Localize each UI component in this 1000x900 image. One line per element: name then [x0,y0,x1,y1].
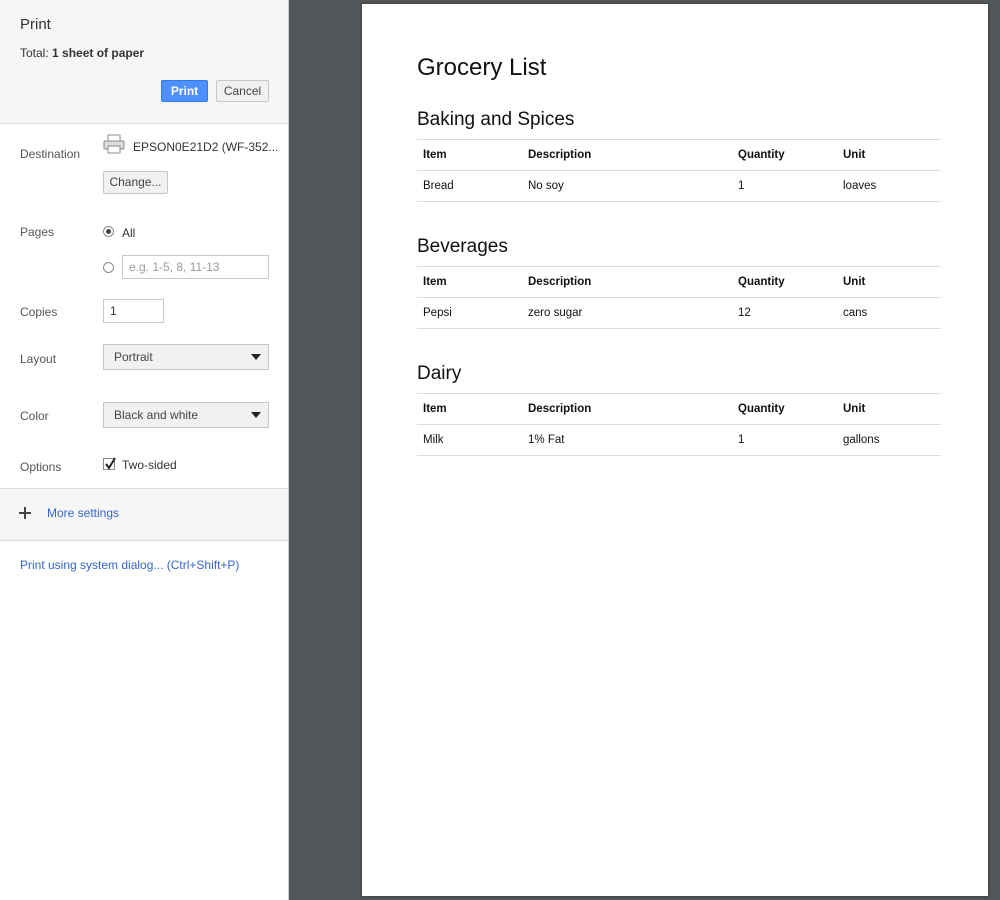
sheet-total: Total: 1 sheet of paper [20,46,144,60]
section-beverages: Beverages Item Description Quantity Unit… [417,236,941,329]
printer-icon [103,134,125,154]
pages-label: Pages [20,225,55,239]
cell-quantity: 1 [732,170,837,202]
table-row: Pepsi zero sugar 12 cans [417,297,941,329]
column-header: Description [522,139,732,171]
plus-icon [19,507,31,519]
column-header: Quantity [732,139,837,171]
column-header: Item [417,393,522,425]
layout-label: Layout [20,352,57,366]
cell-quantity: 12 [732,297,837,329]
section-title: Baking and Spices [417,109,575,130]
panel-title: Print [20,16,51,33]
cell-description: No soy [522,170,732,202]
table-row: Milk 1% Fat 1 gallons [417,424,941,456]
dropdown-arrow-icon [251,412,261,418]
cell-description: 1% Fat [522,424,732,456]
more-settings-row[interactable] [0,489,288,540]
cell-unit: gallons [837,424,941,456]
change-destination-button[interactable]: Change... [103,171,168,194]
column-header: Item [417,266,522,298]
section-baking: Baking and Spices Item Description Quant… [417,109,941,202]
two-sided-label: Two-sided [122,458,177,472]
pages-all-radio[interactable] [103,226,114,237]
options-label: Options [20,460,62,474]
column-header: Item [417,139,522,171]
cell-unit: cans [837,297,941,329]
print-button[interactable]: Print [161,80,208,102]
cell-item: Bread [417,170,522,202]
column-header: Unit [837,139,941,171]
table-header-row: Item Description Quantity Unit [417,139,941,171]
section-title: Beverages [417,236,508,257]
layout-value: Portrait [114,350,153,364]
color-select[interactable]: Black and white [103,402,269,428]
print-settings-panel: Print Total: 1 sheet of paper Print Canc… [0,0,289,900]
sheet-total-prefix: Total: [20,46,53,60]
color-value: Black and white [114,408,199,422]
color-label: Color [20,409,49,423]
print-preview-area: Grocery List Baking and Spices Item Desc… [289,0,1000,900]
cell-quantity: 1 [732,424,837,456]
column-header: Unit [837,393,941,425]
cell-item: Pepsi [417,297,522,329]
cell-description: zero sugar [522,297,732,329]
layout-select[interactable]: Portrait [103,344,269,370]
table-header-row: Item Description Quantity Unit [417,266,941,298]
column-header: Description [522,266,732,298]
table-header-row: Item Description Quantity Unit [417,393,941,425]
table-row: Bread No soy 1 loaves [417,170,941,202]
document-title: Grocery List [417,54,547,81]
cancel-button[interactable]: Cancel [216,80,269,102]
printer-name: EPSON0E21D2 (WF-352... [133,140,279,154]
grocery-table: Item Description Quantity Unit Milk 1% F… [417,393,941,456]
dropdown-arrow-icon [251,354,261,360]
pages-all-label: All [122,226,136,240]
print-dialog: Print Total: 1 sheet of paper Print Canc… [0,0,1000,900]
section-dairy: Dairy Item Description Quantity Unit Mil… [417,363,941,456]
print-header: Print Total: 1 sheet of paper Print Canc… [0,0,288,124]
column-header: Quantity [732,393,837,425]
more-settings-link[interactable]: More settings [47,506,119,520]
pages-custom-input[interactable] [122,255,269,279]
grocery-table: Item Description Quantity Unit Pepsi zer… [417,266,941,329]
copies-label: Copies [20,305,58,319]
sheet-total-value: 1 sheet of paper [52,46,145,60]
cell-item: Milk [417,424,522,456]
column-header: Unit [837,266,941,298]
grocery-table: Item Description Quantity Unit Bread No … [417,139,941,202]
divider [0,540,288,541]
copies-input[interactable] [103,299,164,323]
destination-label: Destination [20,147,81,161]
column-header: Quantity [732,266,837,298]
section-title: Dairy [417,363,462,384]
preview-page: Grocery List Baking and Spices Item Desc… [362,4,988,896]
two-sided-checkbox[interactable] [103,457,116,470]
checkmark-icon [105,457,116,470]
cell-unit: loaves [837,170,941,202]
column-header: Description [522,393,732,425]
pages-custom-radio[interactable] [103,262,114,273]
system-dialog-link[interactable]: Print using system dialog... (Ctrl+Shift… [20,558,239,572]
